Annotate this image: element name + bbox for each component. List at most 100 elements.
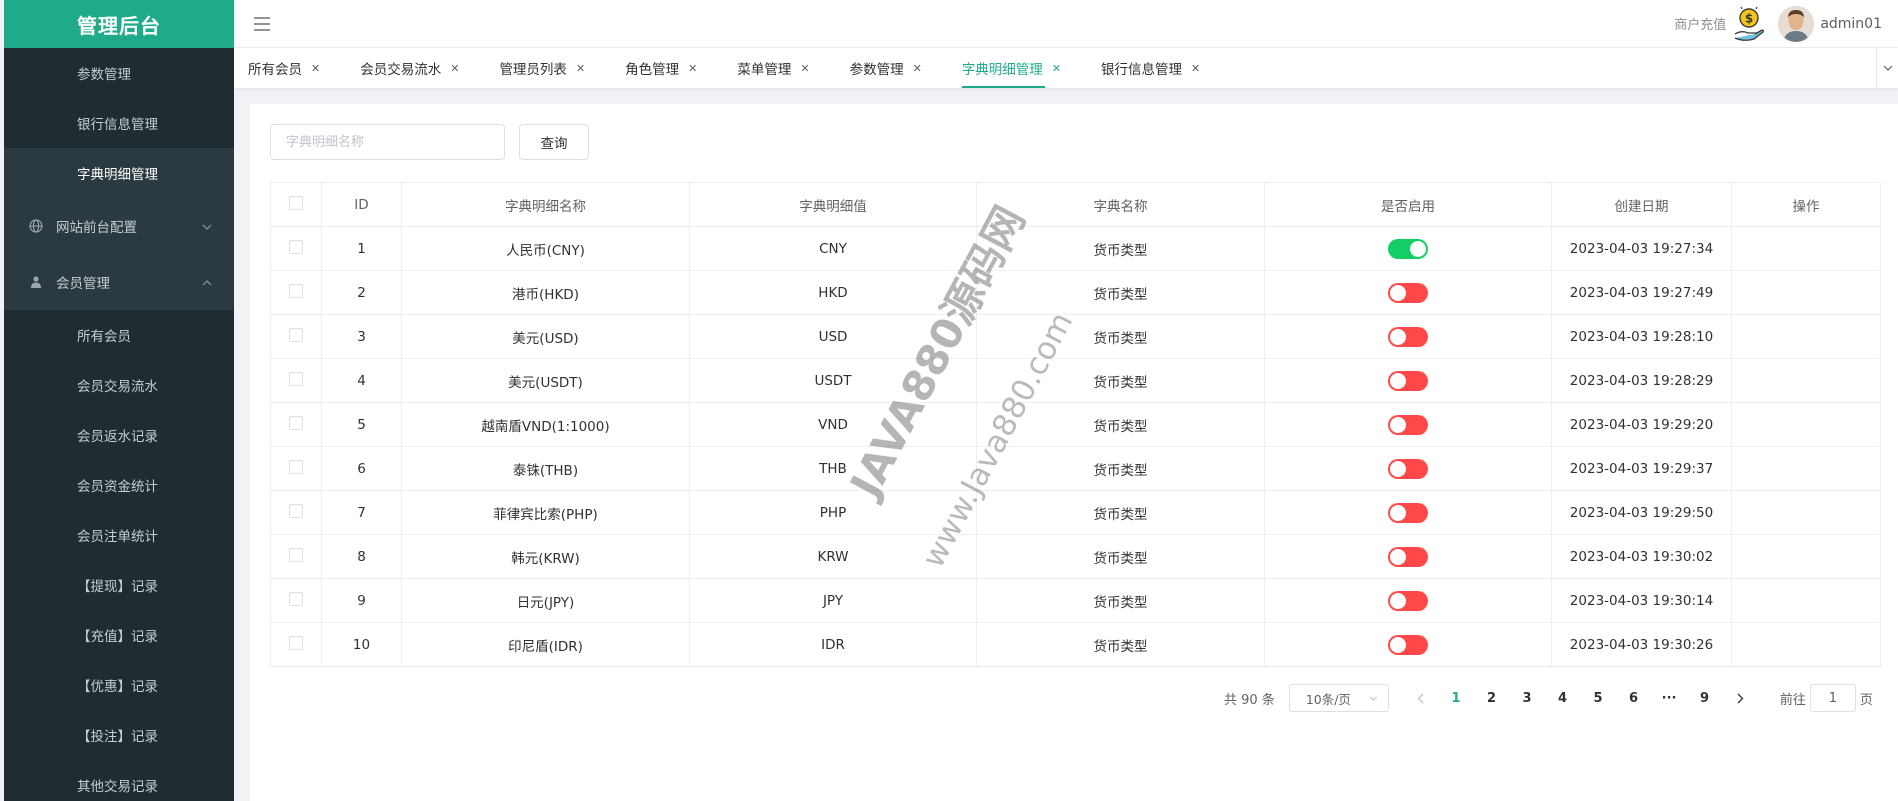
tab[interactable]: 字典明细管理 ✕ [948,48,1075,88]
cell-name: 日元(JPY) [401,578,690,623]
enabled-toggle[interactable] [1388,326,1428,347]
close-icon[interactable]: ✕ [800,62,809,75]
page-number[interactable]: 4 [1545,684,1581,712]
cell-name: 泰铢(THB) [401,446,690,491]
close-icon[interactable]: ✕ [688,62,697,75]
column-header-created[interactable]: 创建日期 [1551,182,1732,227]
cell-id: 7 [321,490,402,535]
sidebar-item[interactable]: 会员交易流水 [4,360,234,410]
sidebar-item[interactable]: 其他交易记录 [4,760,234,801]
goto-page-input[interactable] [1809,684,1856,712]
page-size-value: 10条/页 [1305,691,1351,707]
cell-name: 韩元(KRW) [401,534,690,579]
enabled-toggle[interactable] [1388,282,1428,303]
cell-created: 2023-04-03 19:29:50 [1551,490,1732,535]
page-number[interactable]: 3 [1509,684,1545,712]
tab[interactable]: 菜单管理 ✕ [723,48,823,88]
close-icon[interactable]: ✕ [1052,62,1061,75]
enabled-toggle[interactable] [1388,590,1428,611]
select-all-checkbox[interactable] [289,195,303,210]
user-avatar[interactable] [1778,5,1815,42]
table-row: 5 越南盾VND(1:1000) VND 货币类型 2023-04-03 19:29:2… [270,402,1881,447]
page-number[interactable]: 2 [1474,684,1510,712]
table-row: 9 日元(JPY) JPY 货币类型 2023-04-03 19:30:14 [270,578,1881,623]
sidebar-item[interactable]: 会员资金统计 [4,460,234,510]
enabled-toggle[interactable] [1388,502,1428,523]
table-row: 7 菲律宾比索(PHP) PHP 货币类型 2023-04-03 19:29:50 [270,490,1881,535]
sidebar-item[interactable]: 【充值】记录 [4,610,234,660]
page-size-select[interactable]: 10条/页 [1288,684,1389,712]
tab[interactable]: 银行信息管理 ✕ [1087,48,1214,88]
username[interactable]: admin01 [1820,16,1882,32]
tab[interactable]: 所有会员 ✕ [234,48,334,88]
column-header-dict[interactable]: 字典名称 [976,182,1265,227]
enabled-toggle[interactable] [1388,370,1428,391]
page-ellipsis[interactable]: ··· [1651,684,1687,712]
sidebar-item[interactable]: 所有会员 [4,310,234,360]
sidebar-item[interactable]: 银行信息管理 [4,98,234,148]
sidebar-item[interactable]: 会员注单统计 [4,510,234,560]
close-icon[interactable]: ✕ [913,62,922,75]
column-header-enabled[interactable]: 是否启用 [1264,182,1552,227]
enabled-toggle[interactable] [1388,458,1428,479]
merchant-recharge-link[interactable]: 商户充值 [1674,14,1726,33]
cell-name: 印尼盾(IDR) [401,622,690,667]
page-number[interactable]: 9 [1687,684,1723,712]
page-number[interactable]: 5 [1580,684,1616,712]
tab-label: 银行信息管理 [1101,62,1183,78]
tab[interactable]: 参数管理 ✕ [836,48,936,88]
cell-created: 2023-04-03 19:30:02 [1551,534,1732,579]
money-hand-icon[interactable]: $ [1732,4,1766,44]
page-number[interactable]: 6 [1616,684,1652,712]
row-checkbox[interactable] [289,327,303,342]
goto-label: 前往 [1779,692,1806,708]
sidebar-item[interactable]: 【优惠】记录 [4,660,234,710]
row-checkbox[interactable] [289,459,303,474]
column-header-name[interactable]: 字典明细名称 [401,182,690,227]
row-checkbox[interactable] [289,635,303,650]
svg-text:$: $ [1745,11,1753,25]
close-icon[interactable]: ✕ [576,62,585,75]
sidebar-group-site-config[interactable]: 网站前台配置 [4,198,234,254]
sidebar-group-member[interactable]: 会员管理 [4,254,234,310]
tab[interactable]: 角色管理 ✕ [611,48,711,88]
cell-actions [1731,358,1881,403]
tabs-more-dropdown[interactable] [1876,48,1898,88]
column-header-value[interactable]: 字典明细值 [689,182,977,227]
next-page-button[interactable] [1722,684,1758,712]
row-checkbox[interactable] [289,415,303,430]
tab[interactable]: 管理员列表 ✕ [485,48,599,88]
cell-enabled [1264,358,1552,403]
tab[interactable]: 会员交易流水 ✕ [346,48,473,88]
row-checkbox[interactable] [289,371,303,386]
row-checkbox[interactable] [289,547,303,562]
row-checkbox[interactable] [289,239,303,254]
row-checkbox[interactable] [289,591,303,606]
cell-actions [1731,314,1881,359]
close-icon[interactable]: ✕ [450,62,459,75]
query-button[interactable]: 查询 [519,124,589,160]
page-number[interactable]: 1 [1438,684,1474,712]
sidebar-item[interactable]: 【投注】记录 [4,710,234,760]
sidebar-item[interactable]: 参数管理 [4,48,234,98]
column-header-id[interactable]: ID [321,182,402,227]
close-icon[interactable]: ✕ [1191,62,1200,75]
enabled-toggle[interactable] [1388,414,1428,435]
row-checkbox[interactable] [289,503,303,518]
goto-page: 前往 页 [1780,684,1873,712]
prev-page-button[interactable] [1403,684,1439,712]
cell-name: 人民币(CNY) [401,226,690,271]
sidebar-item[interactable]: 【提现】记录 [4,560,234,610]
cell-name: 菲律宾比索(PHP) [401,490,690,535]
enabled-toggle[interactable] [1388,634,1428,655]
close-icon[interactable]: ✕ [311,62,320,75]
row-checkbox[interactable] [289,283,303,298]
sidebar-item[interactable]: 字典明细管理 [4,148,234,198]
enabled-toggle[interactable] [1388,238,1428,259]
cell-created: 2023-04-03 19:30:26 [1551,622,1732,667]
table-row: 10 印尼盾(IDR) IDR 货币类型 2023-04-03 19:30:26 [270,622,1881,667]
enabled-toggle[interactable] [1388,546,1428,567]
menu-toggle-icon[interactable] [254,16,270,31]
search-input[interactable] [270,124,505,160]
sidebar-item[interactable]: 会员返水记录 [4,410,234,460]
